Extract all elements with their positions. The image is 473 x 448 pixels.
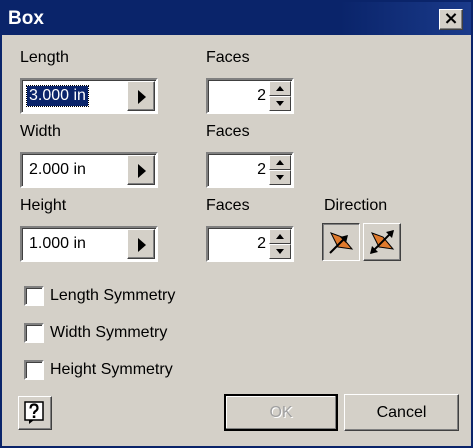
width-faces-down-button[interactable]: [269, 170, 291, 185]
window-title: Box: [8, 8, 44, 29]
height-arrow-button[interactable]: [127, 229, 155, 259]
width-value[interactable]: 2.000 in: [27, 160, 88, 180]
width-field[interactable]: 2.000 in: [20, 152, 158, 188]
direction-label: Direction: [324, 197, 388, 214]
length-faces-down-button[interactable]: [269, 96, 291, 111]
length-symmetry-label[interactable]: Length Symmetry: [50, 287, 175, 305]
length-faces-stepper[interactable]: 2: [206, 78, 294, 114]
help-button[interactable]: [18, 396, 52, 430]
height-faces-stepper[interactable]: 2: [206, 226, 294, 262]
length-value[interactable]: 3.000 in: [26, 85, 89, 107]
help-icon: [24, 401, 44, 424]
width-faces-up-button[interactable]: [269, 155, 291, 170]
height-faces-down-button[interactable]: [269, 244, 291, 259]
height-field[interactable]: 1.000 in: [20, 226, 158, 262]
width-arrow-button[interactable]: [127, 155, 155, 185]
direction-symmetric-button[interactable]: [363, 223, 401, 261]
length-label: Length: [20, 49, 69, 66]
cancel-button[interactable]: Cancel: [344, 394, 459, 431]
direction-symmetric-icon: [370, 230, 395, 254]
length-faces-label: Faces: [206, 49, 250, 66]
ok-button[interactable]: OK: [224, 394, 338, 431]
height-value[interactable]: 1.000 in: [27, 234, 88, 254]
length-symmetry-checkbox[interactable]: [24, 286, 44, 306]
width-label: Width: [20, 123, 61, 140]
length-faces-value[interactable]: 2: [257, 86, 266, 106]
width-symmetry-label[interactable]: Width Symmetry: [50, 324, 167, 342]
width-faces-stepper[interactable]: 2: [206, 152, 294, 188]
height-label: Height: [20, 197, 67, 214]
title-bar[interactable]: Box ×: [2, 2, 471, 35]
length-arrow-button[interactable]: [127, 81, 155, 111]
height-symmetry-checkbox[interactable]: [24, 360, 44, 380]
height-symmetry-label[interactable]: Height Symmetry: [50, 361, 173, 379]
close-button[interactable]: ×: [439, 9, 463, 30]
width-faces-value[interactable]: 2: [257, 160, 266, 180]
length-field[interactable]: 3.000 in: [20, 78, 158, 114]
width-faces-label: Faces: [206, 123, 250, 140]
direction-flip-button[interactable]: [322, 223, 360, 261]
box-dialog: Box × Length Faces 3.000 in 2 Width Face…: [0, 0, 473, 448]
height-faces-up-button[interactable]: [269, 229, 291, 244]
width-symmetry-checkbox[interactable]: [24, 323, 44, 343]
length-faces-up-button[interactable]: [269, 81, 291, 96]
direction-flip-icon: [329, 232, 354, 254]
height-faces-value[interactable]: 2: [257, 234, 266, 254]
height-faces-label: Faces: [206, 197, 250, 214]
